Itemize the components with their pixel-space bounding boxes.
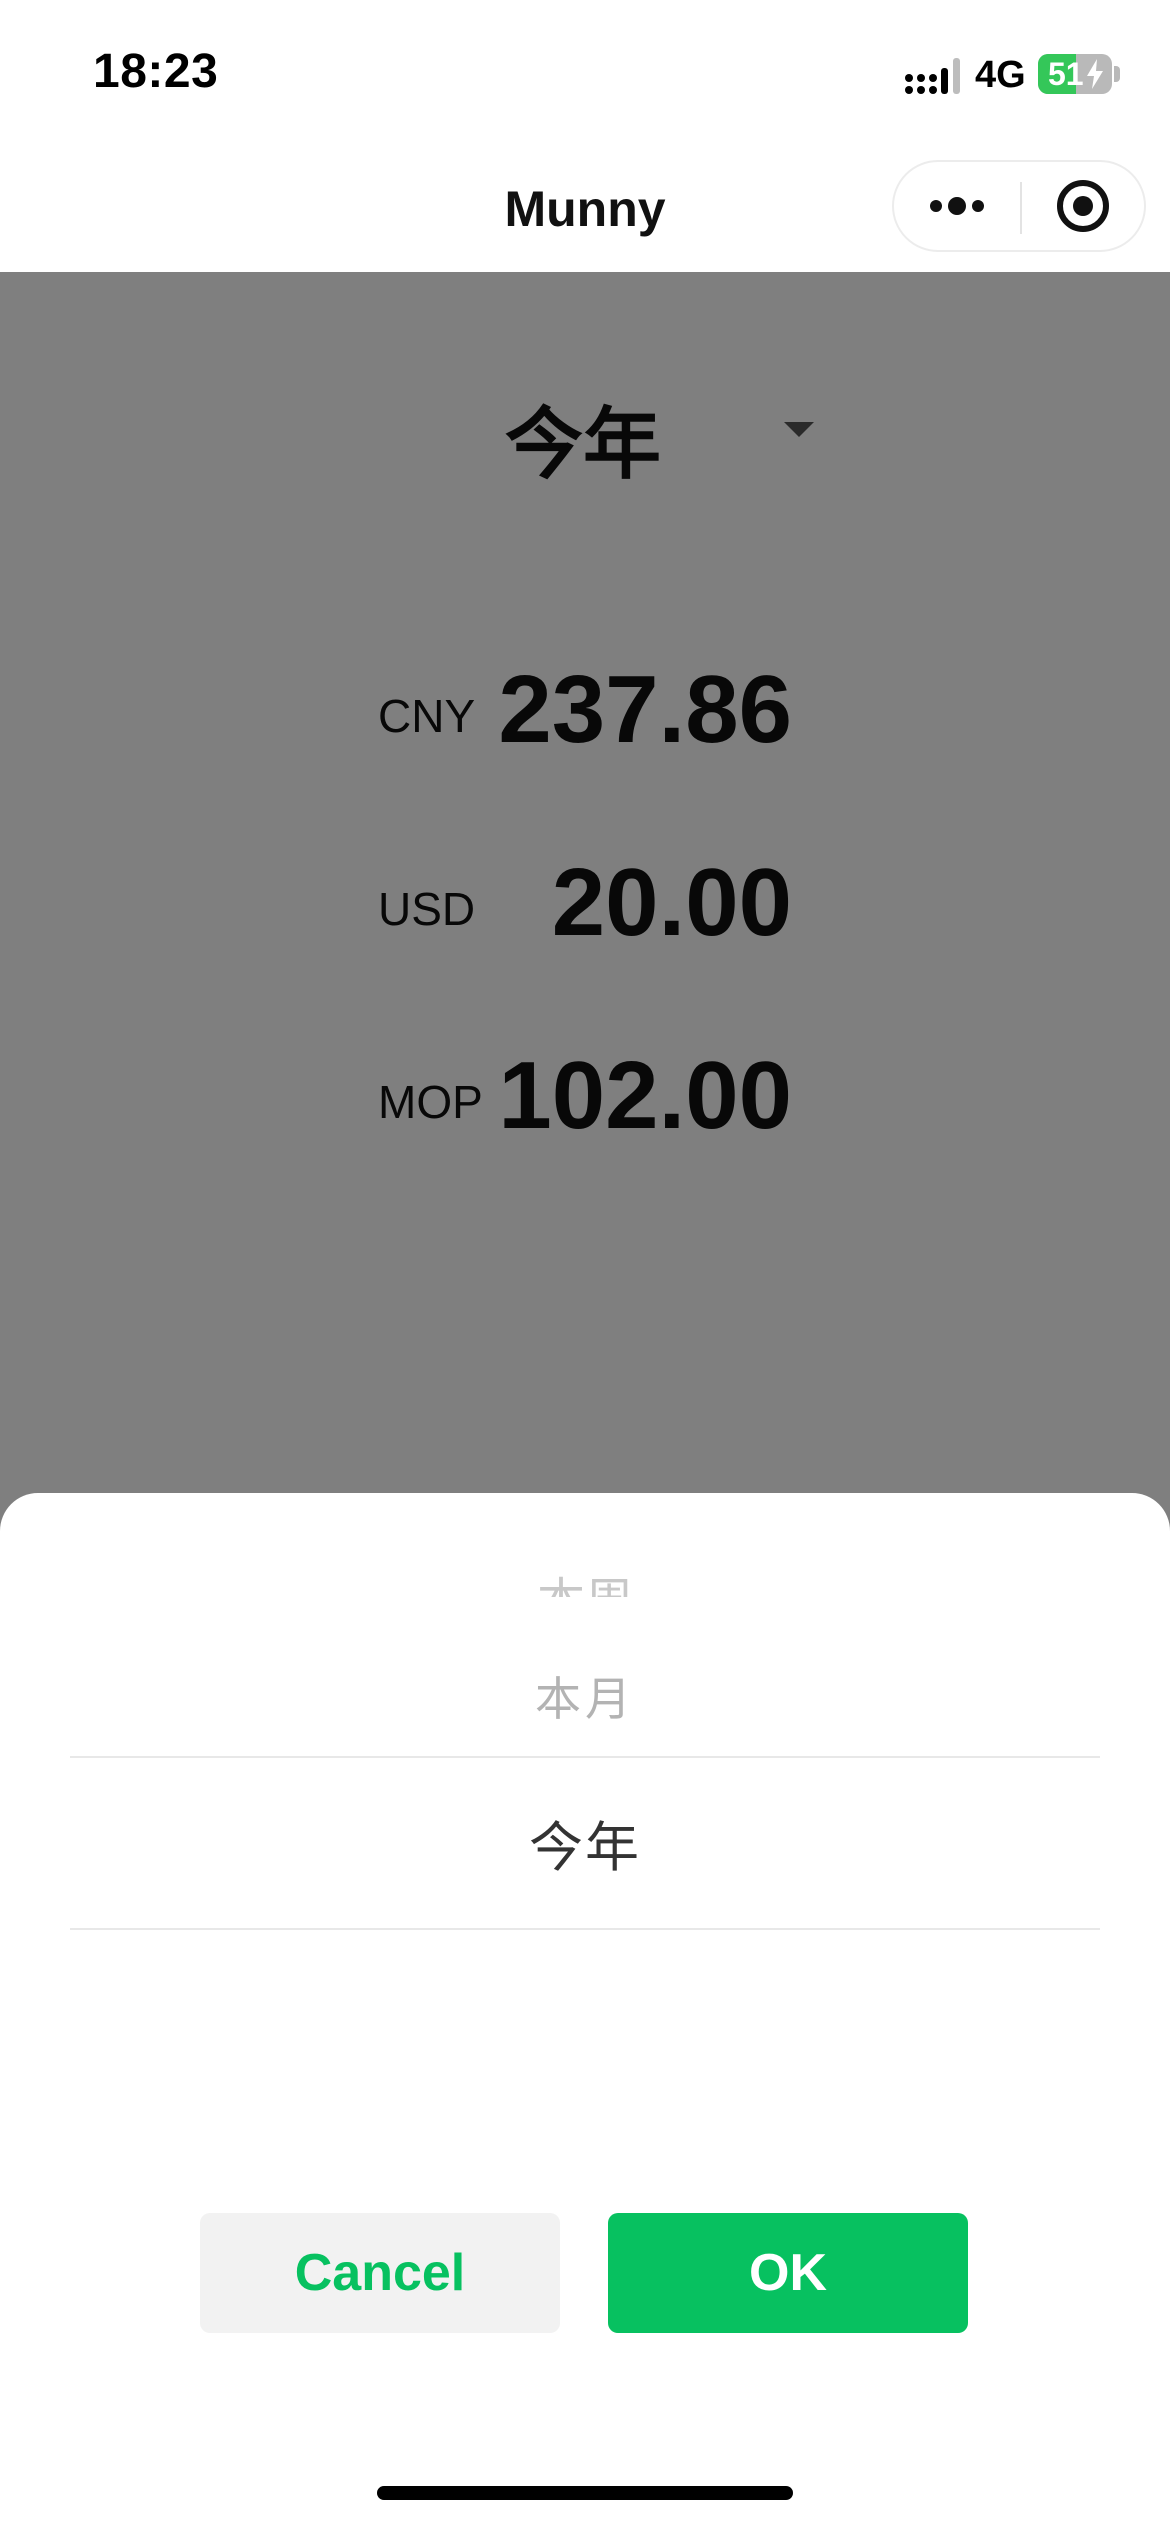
bolt-icon xyxy=(1087,59,1103,89)
network-label: 4G xyxy=(975,54,1026,96)
status-bar: 18:23 4G 51 xyxy=(0,0,1170,150)
more-button[interactable] xyxy=(894,162,1020,250)
status-time: 18:23 xyxy=(93,45,219,98)
menu-capsule xyxy=(892,160,1146,252)
picker-option[interactable]: 本周 xyxy=(70,1561,1100,1597)
close-button[interactable] xyxy=(1022,162,1144,250)
period-picker[interactable]: 本周 本月 今年 xyxy=(70,1575,1100,1983)
home-indicator[interactable] xyxy=(377,2486,793,2500)
battery-level: 51 xyxy=(1048,56,1084,92)
picker-option[interactable]: 本月 xyxy=(70,1663,1100,1729)
more-dots-icon xyxy=(930,197,984,215)
signal-icon xyxy=(905,58,960,94)
battery-tip xyxy=(1114,66,1120,82)
picker-option-selected[interactable]: 今年 xyxy=(70,1803,1100,1882)
battery-charging-icon: 51 xyxy=(1038,54,1112,94)
ok-button[interactable]: OK xyxy=(608,2213,968,2333)
period-picker-sheet: 本周 本月 今年 Cancel OK xyxy=(0,1493,1170,2532)
picker-divider xyxy=(70,1928,1100,1930)
target-close-icon xyxy=(1057,180,1109,232)
picker-divider xyxy=(70,1756,1100,1758)
cancel-button[interactable]: Cancel xyxy=(200,2213,560,2333)
nav-bar: Munny xyxy=(0,150,1170,272)
